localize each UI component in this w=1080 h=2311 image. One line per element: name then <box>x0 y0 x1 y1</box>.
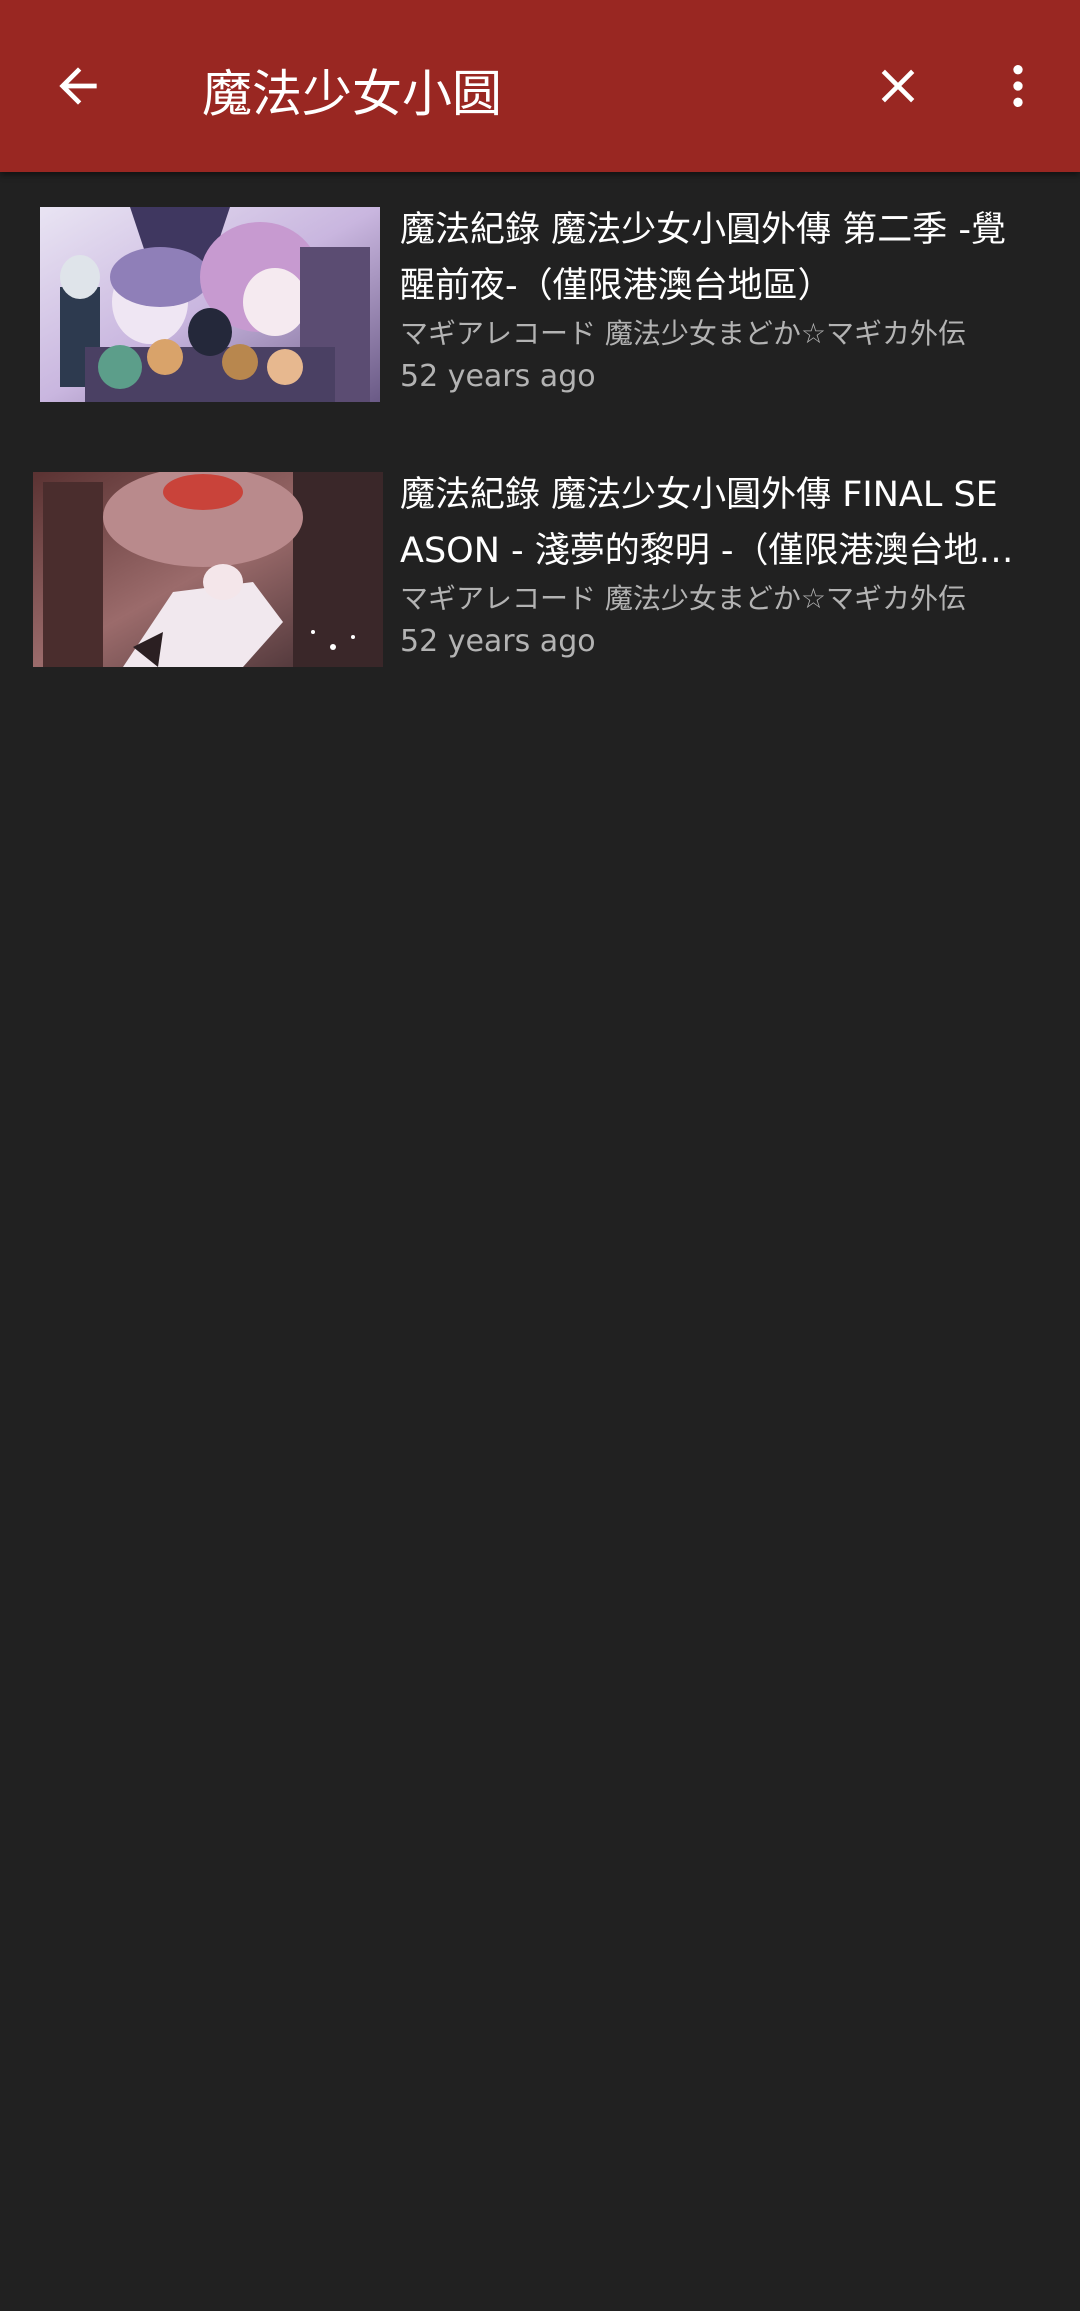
video-title: 魔法紀錄 魔法少女小圓外傳 第二季 -覺醒前夜-（僅限港澳台地區） <box>400 210 1007 306</box>
clear-search-button[interactable] <box>858 46 938 126</box>
arrow-back-icon <box>59 67 97 105</box>
back-button[interactable] <box>38 46 118 126</box>
result-item[interactable]: 魔法紀錄 魔法少女小圓外傳 第二季 -覺醒前夜-（僅限港澳台地區） マギアレコー… <box>0 172 1080 437</box>
channel-name: マギアレコード 魔法少女まどか☆マギカ外伝 <box>400 582 967 615</box>
more-vert-icon <box>1013 65 1023 107</box>
search-toolbar <box>0 0 1080 172</box>
search-input[interactable] <box>202 54 822 134</box>
close-icon <box>881 69 915 103</box>
upload-date: 52 years ago <box>400 624 596 659</box>
video-thumbnail <box>33 472 383 667</box>
channel-name: マギアレコード 魔法少女まどか☆マギカ外伝 <box>400 317 967 350</box>
video-title: 魔法紀錄 魔法少女小圓外傳 FINAL SEASON - 淺夢的黎明 -（僅限港… <box>400 475 998 571</box>
result-info: 魔法紀錄 魔法少女小圓外傳 FINAL SEASON - 淺夢的黎明 -（僅限港… <box>400 467 1020 665</box>
video-thumbnail <box>40 207 380 402</box>
upload-date: 52 years ago <box>400 359 596 394</box>
more-options-button[interactable] <box>978 46 1058 126</box>
app-screen: 魔法紀錄 魔法少女小圓外傳 第二季 -覺醒前夜-（僅限港澳台地區） マギアレコー… <box>0 0 1080 2311</box>
result-item[interactable]: 魔法紀錄 魔法少女小圓外傳 FINAL SEASON - 淺夢的黎明 -（僅限港… <box>0 437 1080 702</box>
result-info: 魔法紀錄 魔法少女小圓外傳 第二季 -覺醒前夜-（僅限港澳台地區） マギアレコー… <box>400 202 1020 400</box>
